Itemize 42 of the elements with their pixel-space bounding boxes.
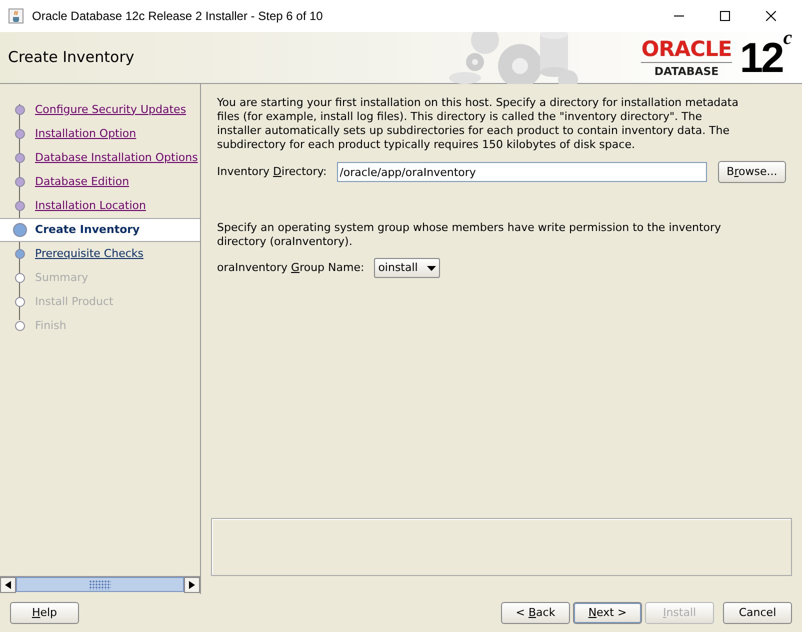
window-title: Oracle Database 12c Release 2 Installer - Step 6 of 10 [32,8,323,25]
field-label: oraInventory Group Name: [217,260,364,276]
scroll-right-button[interactable] [184,577,200,593]
step-bullet-icon [15,321,25,331]
group-description: Specify an operating system group whose members have write permission to the inventory directory (oraInventory). [217,221,722,249]
right-arrow-icon [189,581,195,589]
brand-logo-text: ORACLE [641,38,732,62]
java-cup-icon [8,8,24,24]
field-label: Inventory Directory: [217,164,327,180]
back-button[interactable]: < Back [501,602,570,624]
step-link[interactable]: Database Edition [35,174,130,190]
close-icon [766,11,776,21]
browse-button[interactable]: Browse... [718,161,786,183]
step-link[interactable]: Configure Security Updates [35,102,186,118]
step-bullet-icon [15,129,25,139]
horizontal-scrollbar[interactable] [0,576,200,592]
scrollbar-thumb[interactable] [16,577,184,592]
step-bullet-icon [15,273,25,283]
next-button[interactable]: Next > [573,602,642,624]
step-bullet-icon [15,249,25,259]
caret-icon [427,266,436,270]
step-bullet-icon [15,105,25,115]
step-link[interactable]: Installation Location [35,198,146,214]
step-bullet-icon [15,153,25,163]
step-bullet-icon [15,177,25,187]
version-logo-text: 12$^{c}$ [740,36,790,78]
help-button[interactable]: Help [10,602,79,624]
step-bullet-icon [15,201,25,211]
cancel-button[interactable]: Cancel [723,602,792,624]
intro-paragraph: You are starting your first installation on this host. Specify a directory for installation metadata files (for example, install log files). This directory is called the "inventory directory". The installer automatically sets up subdirectories for each product to contain inventory data. The subdirectory for each product typically requires 150 kilobytes of disk space. [217,96,740,152]
step-link[interactable]: Database Installation Options [35,150,198,166]
group-name-dropdown[interactable]: oinstall [374,258,440,278]
step-link[interactable]: Installation Option [35,126,136,142]
inventory-directory-field[interactable]: /oracle/app/oraInventory [336,162,707,182]
left-arrow-icon [5,581,11,589]
step-bullet-icon [13,223,27,237]
scroll-left-button[interactable] [0,577,16,593]
step-link[interactable]: Prerequisite Checks [35,246,144,262]
product-name: DATABASE [654,66,719,76]
maximize-icon [720,11,730,21]
step-bullet-icon [15,297,25,307]
page-title: Create Inventory [8,47,134,68]
